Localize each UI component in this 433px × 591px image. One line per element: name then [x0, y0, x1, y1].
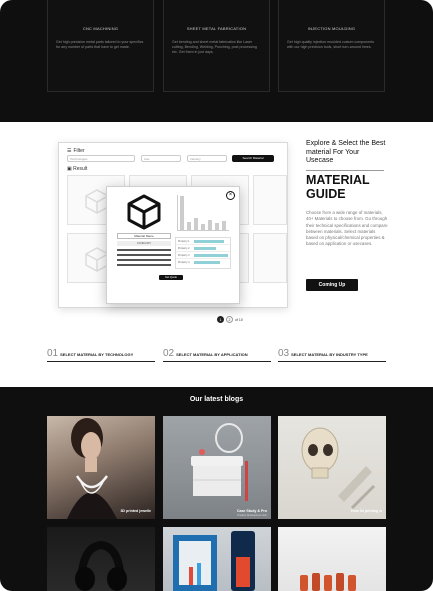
blog-card[interactable]: How 3d printing w	[278, 416, 386, 519]
service-description: Get high precision metal parts tailored …	[56, 40, 144, 49]
blog-caption: 3D printed jewelle	[120, 509, 151, 513]
headphones-image	[75, 540, 127, 591]
material-description: Choose from a wide range of materials, 4…	[306, 210, 388, 247]
parts-image	[300, 573, 356, 591]
material-category: CATEGORY	[117, 241, 171, 246]
search-material-button[interactable]: Search Material	[232, 155, 274, 162]
result-label: Result	[73, 166, 88, 172]
product-image	[191, 423, 248, 501]
description-lines	[117, 249, 171, 269]
property-label: Property 1	[178, 240, 190, 243]
blog-card[interactable]	[163, 527, 271, 591]
material-detail-popup: × Material Name CATEGORY Property 1 Prop…	[106, 186, 240, 304]
blog-card[interactable]: Case Study & Pro Product Development Jou…	[163, 416, 271, 519]
result-heading: ▣ Result	[67, 166, 87, 172]
step-number: 03	[278, 348, 290, 359]
filter-icon: ☰	[67, 148, 72, 154]
step-number: 01	[47, 348, 59, 359]
service-title: CNC MACHINING	[82, 26, 119, 31]
service-title: INJECTION MOULDING	[307, 26, 356, 31]
material-title: MATERIAL GUIDE	[306, 173, 388, 201]
blog-caption: Case Study & Pro	[236, 509, 267, 513]
industry-input[interactable]: Industry	[187, 155, 227, 162]
property-chart	[177, 195, 229, 231]
page: CNC MACHINING Get high precision metal p…	[0, 0, 433, 591]
skull-image	[301, 427, 376, 510]
blog-card[interactable]	[47, 527, 155, 591]
step-application[interactable]: 02 SELECT MATERIAL BY APPLICATION	[163, 348, 271, 362]
blog-subtitle: Product Development Jour	[237, 514, 267, 517]
service-description: Get high quality injection moulded custo…	[287, 40, 375, 49]
coming-up-button[interactable]: Coming Up	[306, 279, 358, 291]
property-label: Property 3	[178, 254, 190, 257]
jewellery-image	[67, 418, 117, 519]
property-label: Property 2	[178, 247, 190, 250]
service-description: Get bending and sheet metal fabrication …	[172, 40, 257, 54]
blogs-title: Our latest blogs	[189, 396, 244, 403]
service-title: SHEET METAL FABRICATION	[186, 26, 247, 31]
property-label: Property 4	[178, 261, 190, 264]
technology-input[interactable]: Technologies	[67, 155, 135, 162]
step-technology[interactable]: 01 SELECT MATERIAL BY TECHNOLOGY	[47, 348, 155, 362]
service-card[interactable]: SHEET METAL FABRICATION Get bending and …	[163, 0, 270, 92]
step-number: 02	[163, 348, 175, 359]
page-button[interactable]: 2	[226, 316, 233, 323]
blogs-section: Our latest blogs 3D printed jewelle Case…	[0, 387, 433, 591]
service-card[interactable]: INJECTION MOULDING Get high quality inje…	[278, 0, 385, 92]
title-line: GUIDE	[306, 186, 346, 201]
step-label: SELECT MATERIAL BY APPLICATION	[176, 352, 248, 357]
step-industry[interactable]: 03 SELECT MATERIAL BY INDUSTRY TYPE	[278, 348, 386, 362]
blog-card[interactable]: 3D printed jewelle	[47, 416, 155, 519]
page-button[interactable]: 1	[217, 316, 224, 323]
service-card[interactable]: CNC MACHINING Get high precision metal p…	[47, 0, 154, 92]
divider	[306, 170, 384, 171]
get-quote-button[interactable]: Get Quote	[159, 275, 183, 280]
step-label: SELECT MATERIAL BY INDUSTRY TYPE	[291, 352, 368, 357]
material-intro: Explore & Select the Best material For Y…	[306, 140, 386, 164]
material-guide-section: ☰ Filter Technologies Use Industry Searc…	[0, 122, 433, 387]
filter-heading: ☰ Filter	[67, 148, 85, 154]
use-input[interactable]: Use	[141, 155, 181, 162]
pagination: 1 2 of 10	[217, 316, 243, 323]
blog-card[interactable]	[278, 527, 386, 591]
result-icon: ▣	[67, 166, 72, 172]
filter-label: Filter	[73, 148, 85, 154]
page-total: of 10	[235, 317, 243, 322]
blog-caption: How 3d printing w	[351, 509, 382, 513]
material-card[interactable]	[253, 233, 287, 283]
step-label: SELECT MATERIAL BY TECHNOLOGY	[60, 352, 134, 357]
printer-image	[173, 531, 255, 591]
property-table: Property 1 Property 2 Property 3 Propert…	[175, 237, 231, 269]
services-section: CNC MACHINING Get high precision metal p…	[0, 0, 433, 122]
cube-icon	[127, 194, 161, 230]
material-name: Material Name	[117, 233, 171, 239]
material-card[interactable]	[253, 175, 287, 225]
title-line: MATERIAL	[306, 173, 370, 187]
